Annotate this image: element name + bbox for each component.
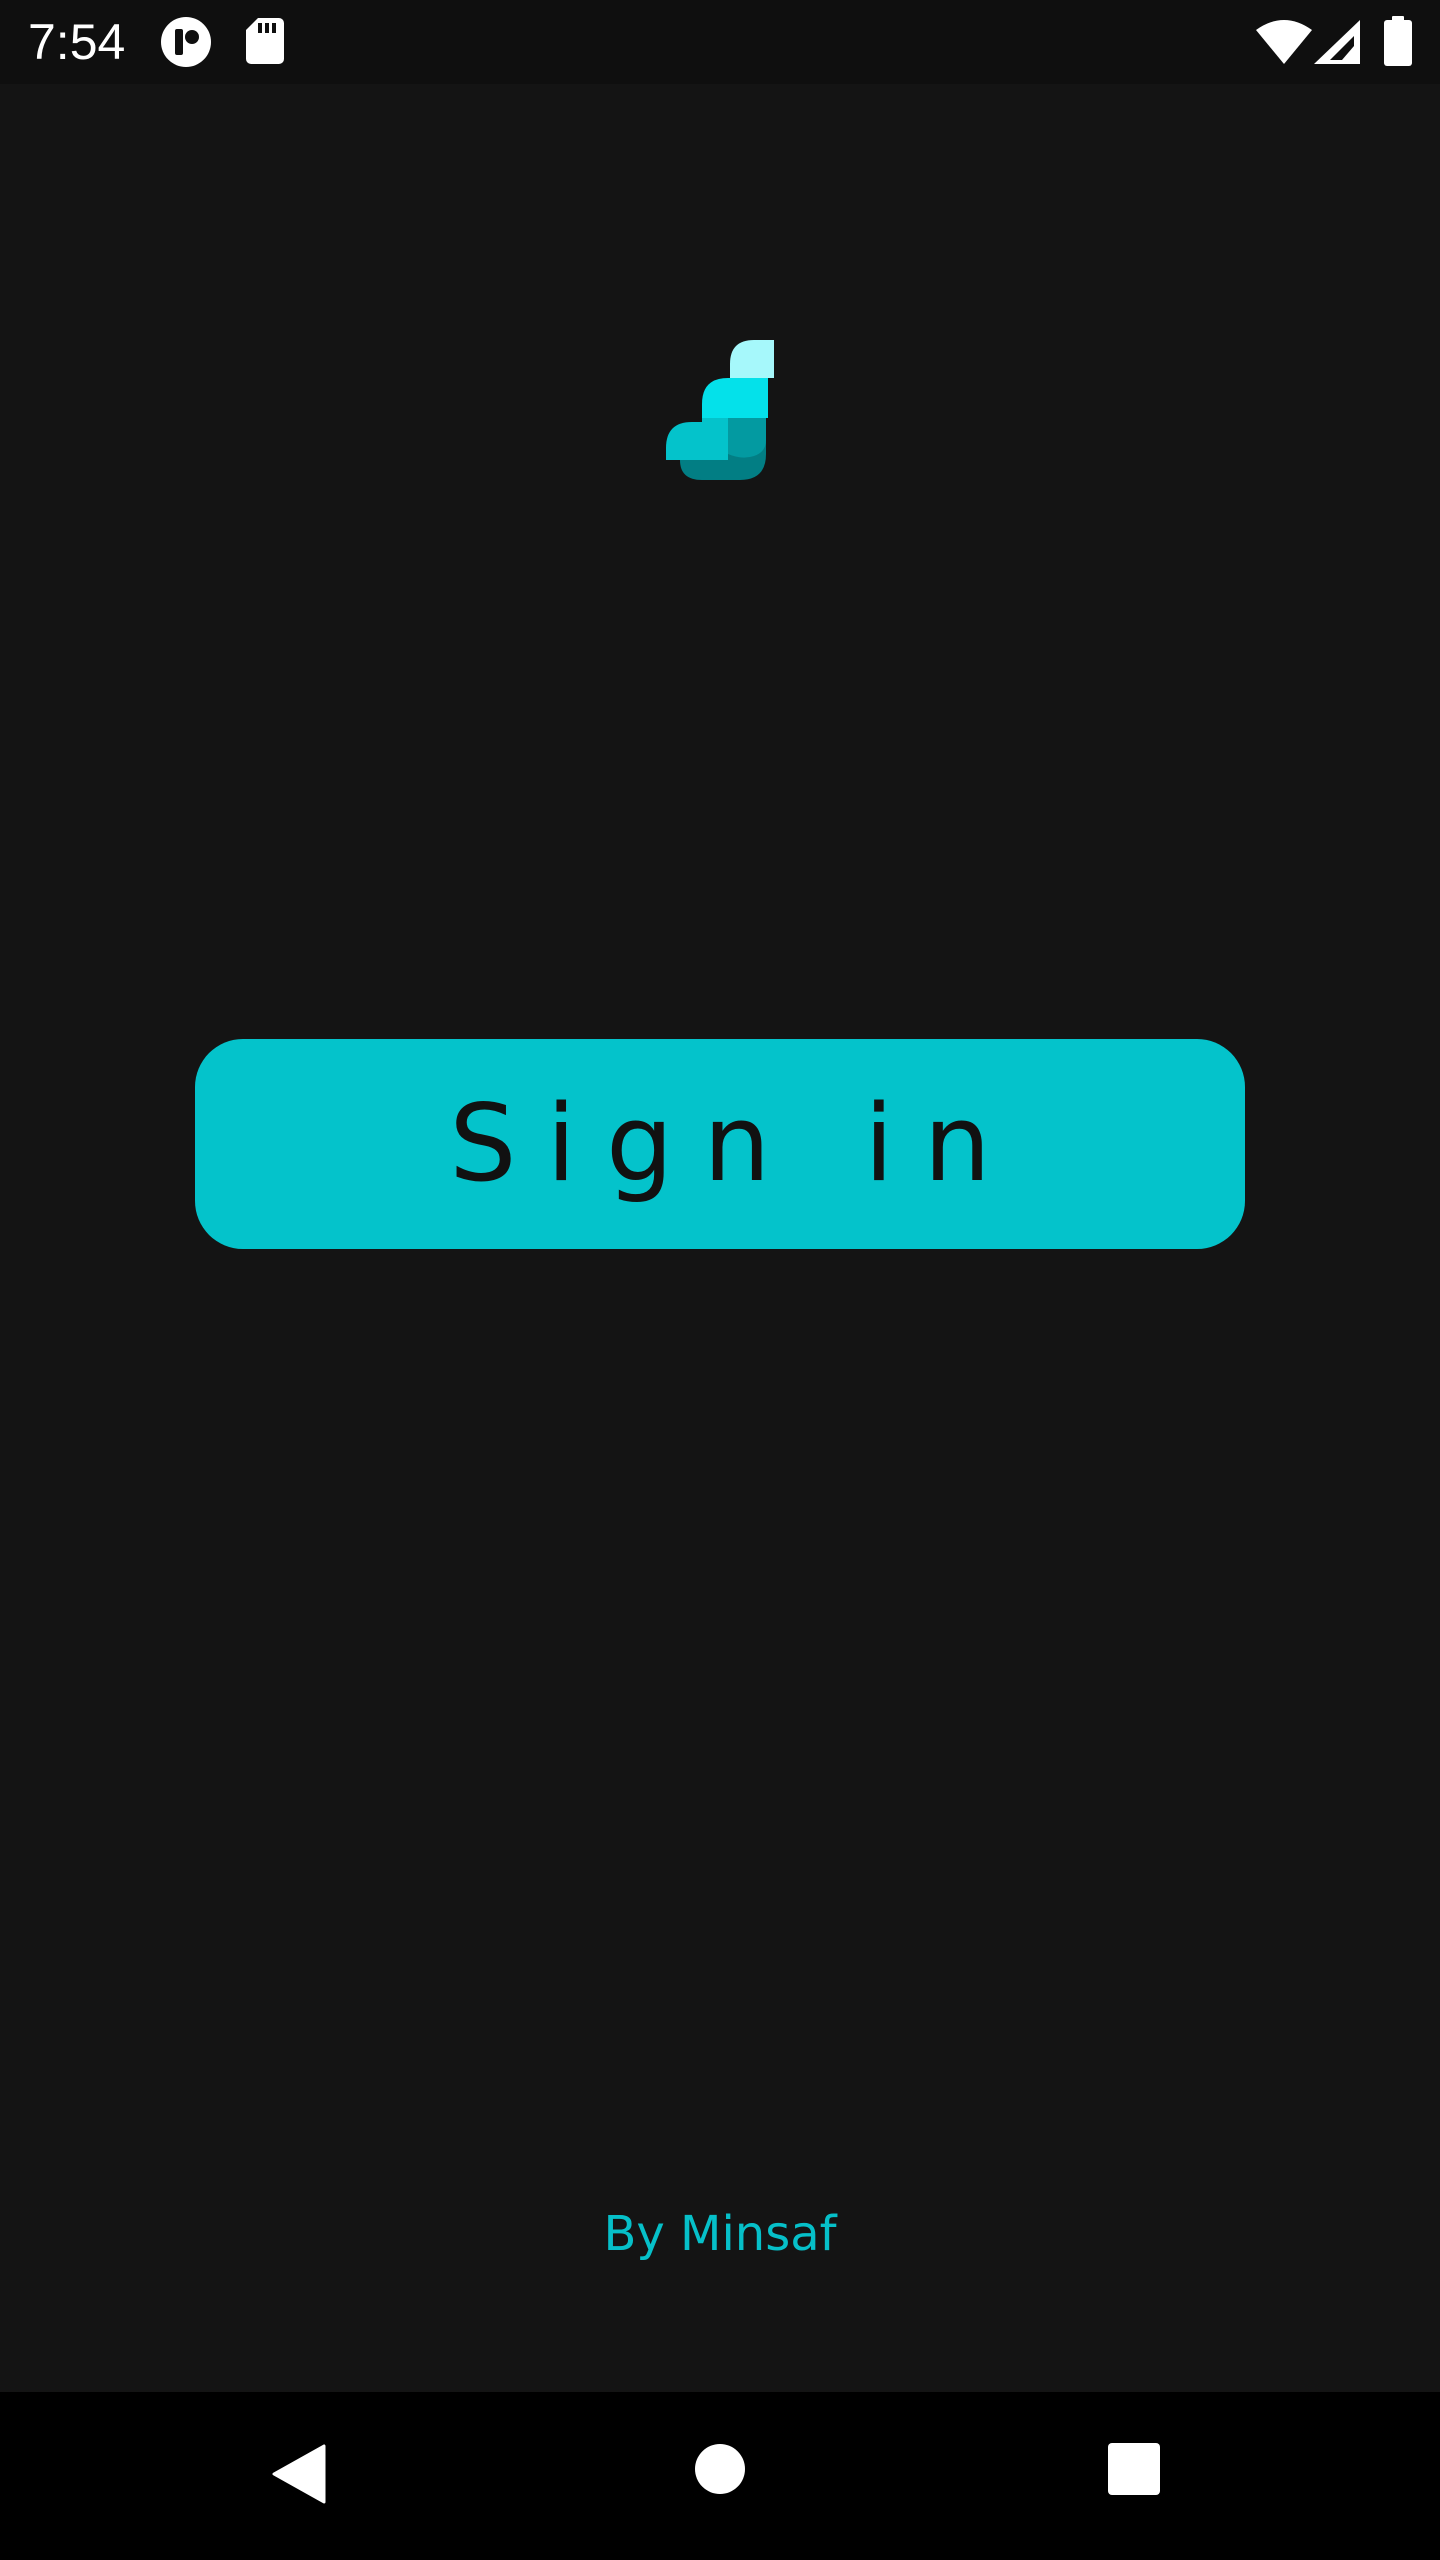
sign-in-button[interactable]: Sign in xyxy=(195,1039,1245,1249)
battery-icon xyxy=(1384,16,1412,66)
recents-icon[interactable] xyxy=(1108,2443,1160,2495)
status-time: 7:54 xyxy=(28,14,126,70)
back-icon[interactable] xyxy=(272,2444,326,2504)
sign-in-screen: 7:54 Sign in By Minsaf xyxy=(0,0,1440,2560)
app-logo-icon xyxy=(666,340,774,480)
home-icon[interactable] xyxy=(694,2443,746,2495)
status-bar: 7:54 xyxy=(0,0,1440,84)
navigation-bar xyxy=(0,2392,1440,2560)
app-notification-icon xyxy=(161,17,211,67)
sign-in-label: Sign in xyxy=(449,1082,1021,1205)
cell-signal-icon xyxy=(1314,20,1360,64)
sd-card-icon xyxy=(246,18,284,64)
author-credit: By Minsaf xyxy=(603,2206,837,2262)
wifi-icon xyxy=(1256,20,1312,64)
